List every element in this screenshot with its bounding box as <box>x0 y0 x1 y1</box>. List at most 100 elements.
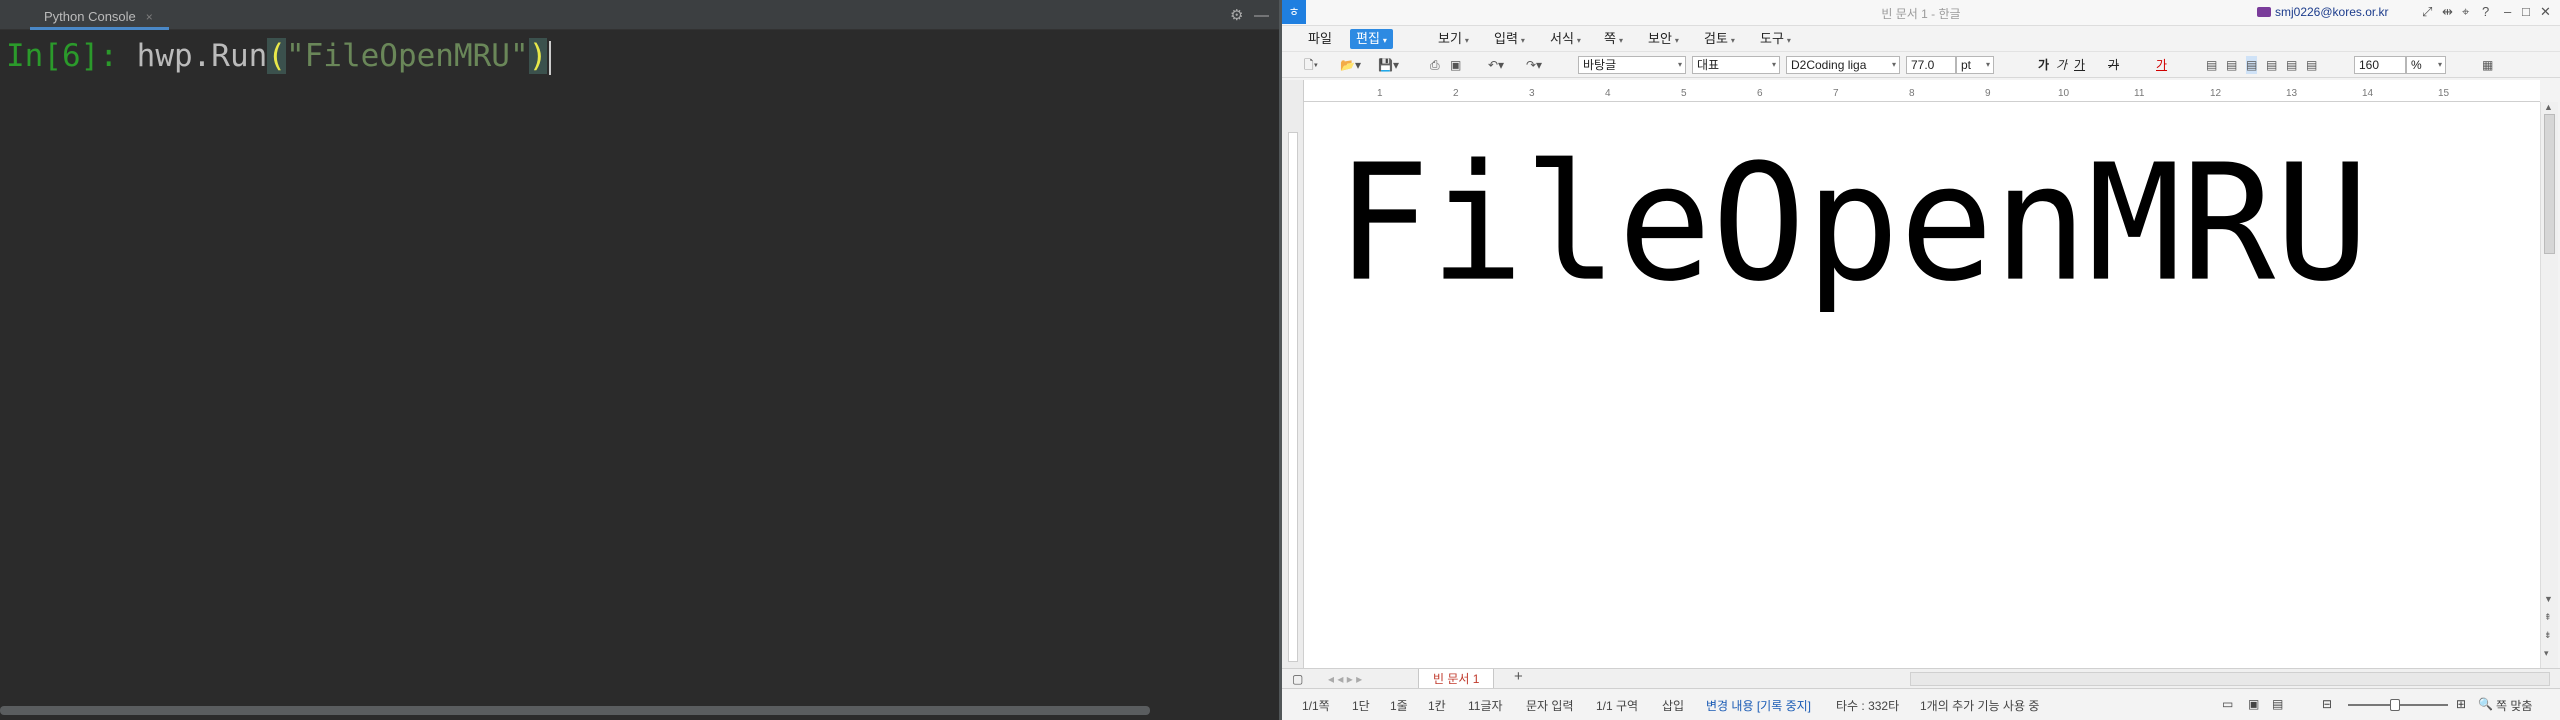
underline-button[interactable]: 가 <box>2074 56 2085 74</box>
menu-file[interactable]: 파일 <box>1302 29 1338 49</box>
hwp-window: ㅎ 빈 문서 1 - 한글 smj0226@kores.or.kr ⤢ ⇹ ⌖ … <box>1282 0 2560 720</box>
ruler-tick: 2 <box>1453 88 1459 99</box>
minimize-icon[interactable]: — <box>1254 8 1269 23</box>
tab-list-icon[interactable]: ▢ <box>1292 670 1303 688</box>
status-track-changes[interactable]: 변경 내용 [기록 중지] <box>1706 697 1811 714</box>
status-feature[interactable]: 1개의 추가 기능 사용 중 <box>1920 697 2039 714</box>
menu-format[interactable]: 서식 ▾ <box>1544 29 1587 49</box>
account[interactable]: smj0226@kores.or.kr <box>2257 5 2389 19</box>
vertical-ruler-scale <box>1288 132 1298 662</box>
align-distribute-icon[interactable]: ▤ <box>2286 56 2297 74</box>
scroll-thumb[interactable] <box>2544 114 2555 254</box>
ruler-tick: 1 <box>1377 88 1383 99</box>
align-center-icon[interactable]: ▤ <box>2246 56 2258 74</box>
horizontal-ruler[interactable]: 1 2 3 4 5 6 7 8 9 10 11 12 13 14 15 <box>1304 80 2540 102</box>
status-column: 1단 <box>1352 699 1370 713</box>
page-up-icon[interactable]: ⇞ <box>2544 612 2552 623</box>
zoom-slider-knob[interactable] <box>2390 699 2400 711</box>
document-text[interactable]: FileOpenMRU <box>1336 135 2369 310</box>
menu-page[interactable]: 쪽 ▾ <box>1598 29 1629 49</box>
strikethrough-button[interactable]: 가 <box>2108 56 2119 74</box>
zoom-out-icon[interactable]: ⊟ <box>2322 697 2332 711</box>
redo-icon[interactable]: ↷▾ <box>1526 56 1542 74</box>
maximize-window-icon[interactable]: □ <box>2522 4 2530 19</box>
tab-title: Python Console <box>44 8 136 24</box>
status-section: 1/1 구역 <box>1596 699 1639 713</box>
status-chars: 11글자 <box>1468 699 1503 713</box>
ruler-tick: 3 <box>1529 88 1535 99</box>
add-tab-button[interactable]: + <box>1514 668 1523 685</box>
format-toolbar: 🗋▾ 📂▾ 💾▾ ⎙ ▣ ↶▾ ↷▾ 바탕글 ▾ 대표 ▾ D2Coding lig… <box>1282 52 2560 78</box>
page-down-icon[interactable]: ⇟ <box>2544 630 2552 641</box>
undo-icon[interactable]: ↶▾ <box>1488 56 1504 74</box>
horizontal-scrollbar-doc[interactable] <box>1910 672 2550 686</box>
menu-bar: 파일 편집 ▾ 보기 ▾ 입력 ▾ 서식 ▾ 쪽 ▾ 보안 ▾ 검토 ▾ 도구 ▾ <box>1282 26 2560 52</box>
language-select[interactable]: 대표 ▾ <box>1692 56 1780 74</box>
style-select[interactable]: 바탕글 ▾ <box>1578 56 1686 74</box>
print-icon[interactable]: ⎙ <box>1430 56 1440 74</box>
align-justify-icon[interactable]: ▤ <box>2206 56 2217 74</box>
view-page-icon[interactable]: ▣ <box>2248 697 2259 711</box>
view-normal-icon[interactable]: ▭ <box>2222 697 2233 711</box>
account-email: smj0226@kores.or.kr <box>2275 5 2389 19</box>
menu-security[interactable]: 보안 ▾ <box>1642 29 1685 49</box>
layout-icon[interactable]: ⇹ <box>2442 4 2453 20</box>
status-typing: 타수 : 332타 <box>1836 699 1900 713</box>
close-tab-icon[interactable]: × <box>146 5 153 29</box>
scroll-down-icon[interactable]: ▼ <box>2544 594 2553 604</box>
open-icon[interactable]: 📂▾ <box>1340 56 1361 74</box>
ruler-tick: 14 <box>2362 88 2374 99</box>
pin-icon[interactable]: ⌖ <box>2462 4 2469 20</box>
scroll-end-icon[interactable]: ▾ <box>2544 648 2549 659</box>
zoom-in-icon[interactable]: ⊞ <box>2456 697 2466 711</box>
fit-page-icon[interactable]: 🔍 <box>2478 697 2493 711</box>
account-flag-icon <box>2257 7 2271 17</box>
tab-nav-icon[interactable]: ◂ ◂ ▸ ▸ <box>1328 670 1362 688</box>
menu-review[interactable]: 검토 ▾ <box>1698 29 1741 49</box>
panel-toggle-icon[interactable]: ▦ <box>2482 56 2493 74</box>
view-web-icon[interactable]: ▤ <box>2272 697 2283 711</box>
italic-button[interactable]: 가 <box>2056 56 2067 74</box>
minimize-window-icon[interactable]: – <box>2504 4 2511 19</box>
paren-close: ) <box>528 38 548 74</box>
menu-tools[interactable]: 도구 ▾ <box>1754 29 1797 49</box>
close-window-icon[interactable]: ✕ <box>2540 4 2551 20</box>
menu-edit[interactable]: 편집 ▾ <box>1350 29 1393 49</box>
status-insert[interactable]: 삽입 <box>1662 697 1684 714</box>
ruler-tick: 5 <box>1681 88 1687 99</box>
font-unit-select[interactable]: pt ▾ <box>1956 56 1994 74</box>
document-page[interactable]: FileOpenMRU <box>1304 102 2540 668</box>
string-literal: "FileOpenMRU" <box>285 38 529 74</box>
menu-view[interactable]: 보기 ▾ <box>1432 29 1475 49</box>
align-split-icon[interactable]: ▤ <box>2306 56 2317 74</box>
help-icon[interactable]: ? <box>2482 4 2489 19</box>
zoom-input[interactable]: 160 <box>2354 56 2406 74</box>
scroll-up-icon[interactable]: ▲ <box>2544 102 2553 112</box>
save-icon[interactable]: 💾▾ <box>1378 56 1399 74</box>
status-fit[interactable]: 쪽 맞춤 <box>2496 697 2532 714</box>
align-left-icon[interactable]: ▤ <box>2226 56 2237 74</box>
paren-open: ( <box>267 38 286 74</box>
vertical-scrollbar[interactable]: ▲ ▼ ⇞ ⇟ ▾ <box>2540 102 2558 668</box>
menu-insert[interactable]: 입력 ▾ <box>1488 29 1531 49</box>
zoom-unit-select[interactable]: % ▾ <box>2406 56 2446 74</box>
gear-icon[interactable]: ⚙ <box>1230 8 1243 23</box>
document-tab[interactable]: 빈 문서 1 <box>1418 669 1495 689</box>
font-select[interactable]: D2Coding liga ▾ <box>1786 56 1900 74</box>
font-size-input[interactable]: 77.0 <box>1906 56 1956 74</box>
preview-icon[interactable]: ▣ <box>1450 56 1461 74</box>
status-input-mode[interactable]: 문자 입력 <box>1526 697 1574 714</box>
title-bar: ㅎ 빈 문서 1 - 한글 smj0226@kores.or.kr ⤢ ⇹ ⌖ … <box>1282 0 2560 26</box>
bold-button[interactable]: 가 <box>2038 56 2049 74</box>
document-tab-strip: ▢ ◂ ◂ ▸ ▸ 빈 문서 1 + <box>1282 668 2560 689</box>
ruler-corner[interactable] <box>1282 80 1304 102</box>
python-console-tab[interactable]: Python Console × <box>30 6 169 30</box>
horizontal-scrollbar[interactable] <box>0 706 1150 715</box>
expand-icon[interactable]: ⤢ <box>2422 4 2432 20</box>
align-right-icon[interactable]: ▤ <box>2266 56 2277 74</box>
new-document-icon[interactable]: 🗋▾ <box>1304 56 1318 74</box>
vertical-ruler[interactable] <box>1282 102 1304 668</box>
font-color-button[interactable]: 가 <box>2156 56 2167 74</box>
console-input-area[interactable]: In[6]: hwp.Run("FileOpenMRU") <box>0 32 1280 702</box>
status-page: 1/1쪽 <box>1302 699 1330 713</box>
